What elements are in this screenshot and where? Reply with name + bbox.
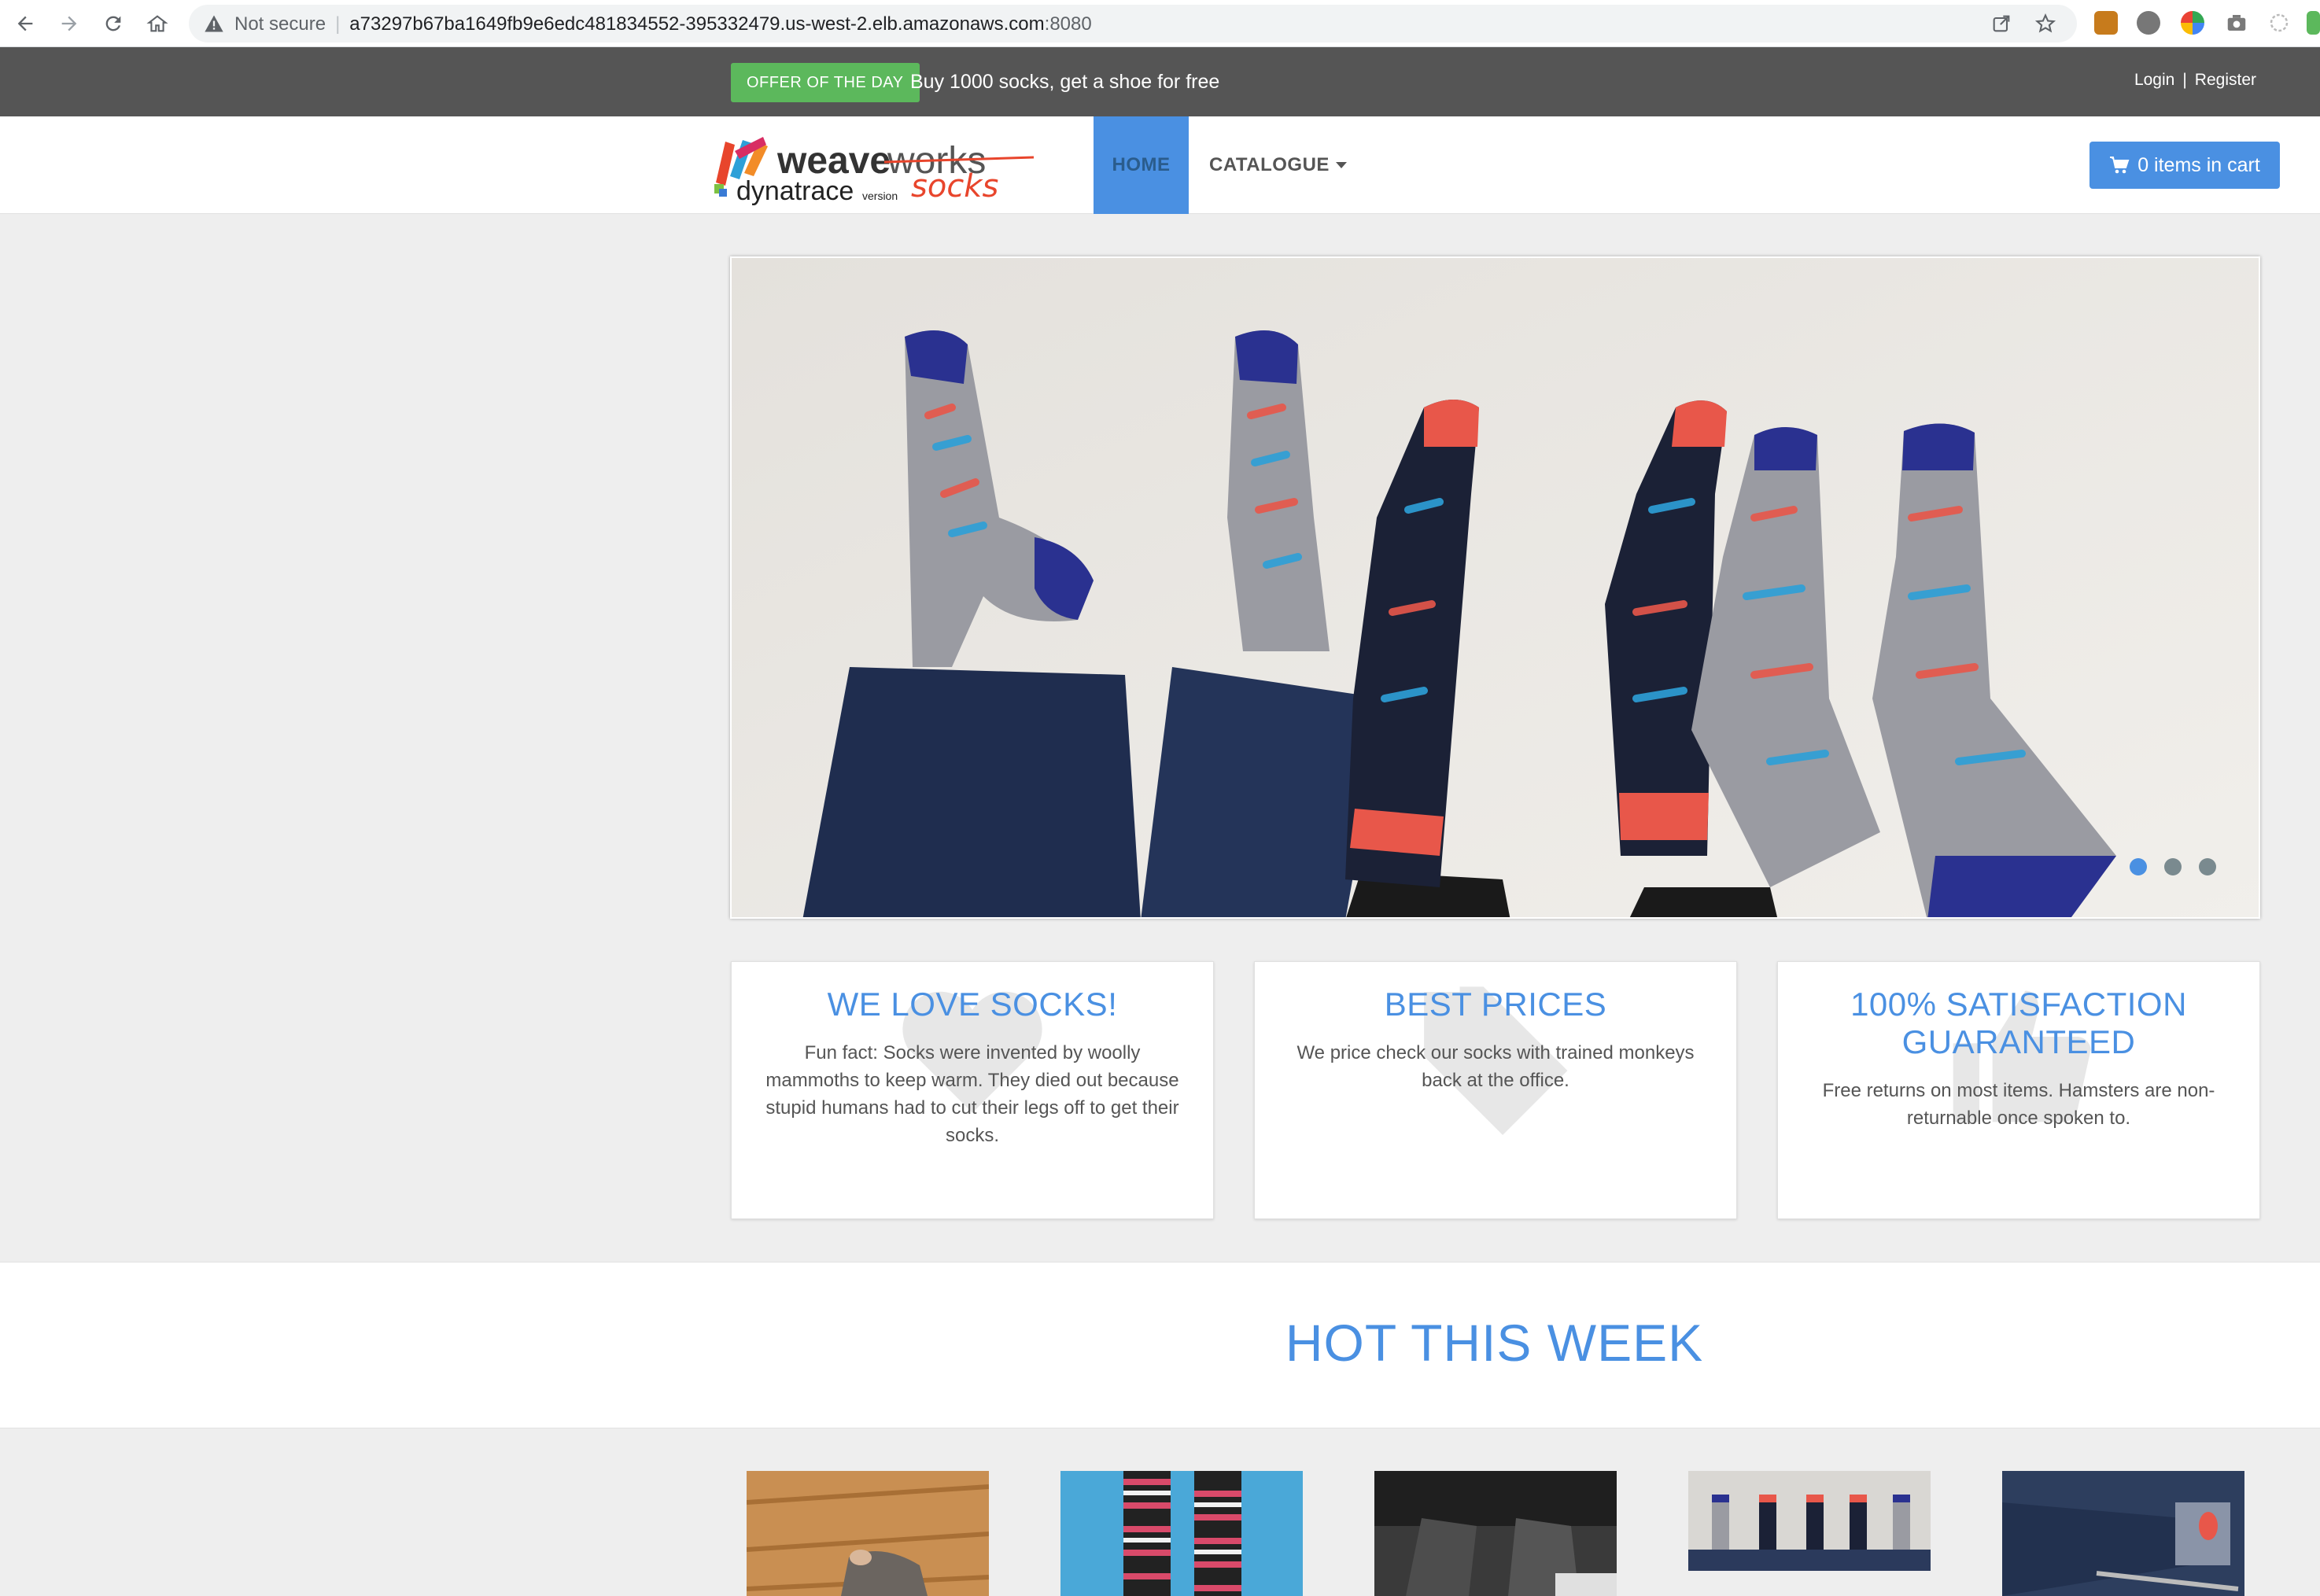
- caret-down-icon: [1335, 162, 1347, 168]
- feature-text: Fun fact: Socks were invented by woolly …: [765, 1042, 1179, 1146]
- feature-text: We price check our socks with trained mo…: [1296, 1042, 1695, 1091]
- extension-gear-icon[interactable]: [2267, 11, 2291, 35]
- logo-dynatrace-text: dynatrace: [736, 176, 854, 206]
- back-arrow-icon: [17, 16, 33, 31]
- url-host: a73297b67ba1649fb9e6edc481834552-3953324…: [349, 13, 1045, 35]
- hot-this-week-title: HOT THIS WEEK: [1285, 1314, 1704, 1372]
- feature-title: BEST PRICES: [1384, 986, 1607, 1023]
- browser-toolbar: Not secure | a73297b67ba1649fb9e6edc481834…: [0, 0, 2320, 47]
- nav-catalogue[interactable]: CATALOGUE: [1209, 116, 1347, 214]
- share-icon[interactable]: [1990, 13, 2012, 35]
- register-link[interactable]: Register: [2195, 71, 2256, 89]
- extension-2-icon[interactable]: [2137, 11, 2160, 35]
- home-button[interactable]: [142, 8, 173, 39]
- feature-we-love-socks: WE LOVE SOCKS! Fun fact: Socks were inve…: [731, 961, 1214, 1219]
- extension-1-icon[interactable]: [2094, 11, 2118, 35]
- shopping-cart-icon: [2110, 157, 2130, 174]
- warning-icon: [205, 15, 223, 32]
- offer-bar: OFFER OF THE DAY Buy 1000 socks, get a s…: [0, 47, 2320, 116]
- carousel-dot-1[interactable]: [2130, 858, 2147, 875]
- main-navbar: weave works dynatrace version socks HOME…: [0, 116, 2320, 214]
- reload-button[interactable]: [98, 8, 129, 39]
- feature-title: 100% SATISFACTION GUARANTEED: [1850, 986, 2187, 1060]
- back-button[interactable]: [9, 8, 41, 39]
- nav-catalogue-label: CATALOGUE: [1209, 154, 1330, 175]
- forward-button[interactable]: [53, 8, 85, 39]
- login-link[interactable]: Login: [2134, 71, 2174, 89]
- home-icon: [146, 15, 168, 32]
- feature-text: Free returns on most items. Hamsters are…: [1822, 1080, 2215, 1129]
- hot-title-wrap: HOT THIS WEEK: [0, 1313, 2320, 1373]
- extension-3-icon[interactable]: [2181, 11, 2204, 35]
- nav-home[interactable]: HOME: [1094, 116, 1189, 214]
- bookmark-star-icon[interactable]: [2034, 13, 2056, 35]
- forward-arrow-icon: [61, 16, 77, 31]
- extension-4-icon[interactable]: [2307, 11, 2320, 35]
- product-image-fingerless-gloves: [747, 1471, 989, 1596]
- weaveworks-socks-logo[interactable]: weave works dynatrace version socks: [708, 127, 1038, 206]
- socks-hero-image: [732, 258, 2259, 917]
- cart-label: 0 items in cart: [2137, 153, 2260, 176]
- reload-icon: [105, 16, 121, 31]
- feature-title: WE LOVE SOCKS!: [827, 986, 1118, 1023]
- hot-this-week-section: HOT THIS WEEK: [0, 1262, 2320, 1428]
- carousel-dot-3[interactable]: [2199, 858, 2216, 875]
- product-thumbnail[interactable]: [1060, 1471, 1303, 1596]
- address-text: Not secure | a73297b67ba1649fb9e6edc481834…: [234, 13, 1092, 35]
- cart-button[interactable]: 0 items in cart: [2089, 142, 2280, 189]
- logo-socks-text: socks: [911, 168, 998, 205]
- product-thumbnail[interactable]: [2002, 1471, 2244, 1596]
- camera-icon[interactable]: [2225, 11, 2248, 35]
- hero-carousel[interactable]: [730, 256, 2260, 919]
- product-image-striped-socks: [1060, 1471, 1303, 1596]
- offer-of-the-day-badge[interactable]: OFFER OF THE DAY: [731, 63, 920, 102]
- address-bar[interactable]: Not secure | a73297b67ba1649fb9e6edc481834…: [189, 5, 2077, 42]
- product-image-dark-socks: [1374, 1471, 1617, 1596]
- url-port: :8080: [1044, 13, 1092, 35]
- carousel-indicators: [2130, 858, 2216, 875]
- feature-satisfaction-guaranteed: 100% SATISFACTION GUARANTEED Free return…: [1777, 961, 2260, 1219]
- product-image-group-socks: [1688, 1471, 1931, 1571]
- product-thumbnail[interactable]: [1688, 1471, 1931, 1571]
- carousel-dot-2[interactable]: [2164, 858, 2182, 875]
- auth-links: Login | Register: [2134, 71, 2256, 90]
- logo-version-text: version: [862, 190, 898, 202]
- product-thumbnail[interactable]: [747, 1471, 989, 1596]
- feature-best-prices: BEST PRICES We price check our socks wit…: [1254, 961, 1737, 1219]
- security-label: Not secure: [234, 13, 326, 35]
- offer-text: Buy 1000 socks, get a shoe for free: [910, 71, 1220, 93]
- product-image-legs-socks: [2002, 1471, 2244, 1596]
- auth-separator: |: [2182, 71, 2187, 89]
- product-thumbnail[interactable]: [1374, 1471, 1617, 1596]
